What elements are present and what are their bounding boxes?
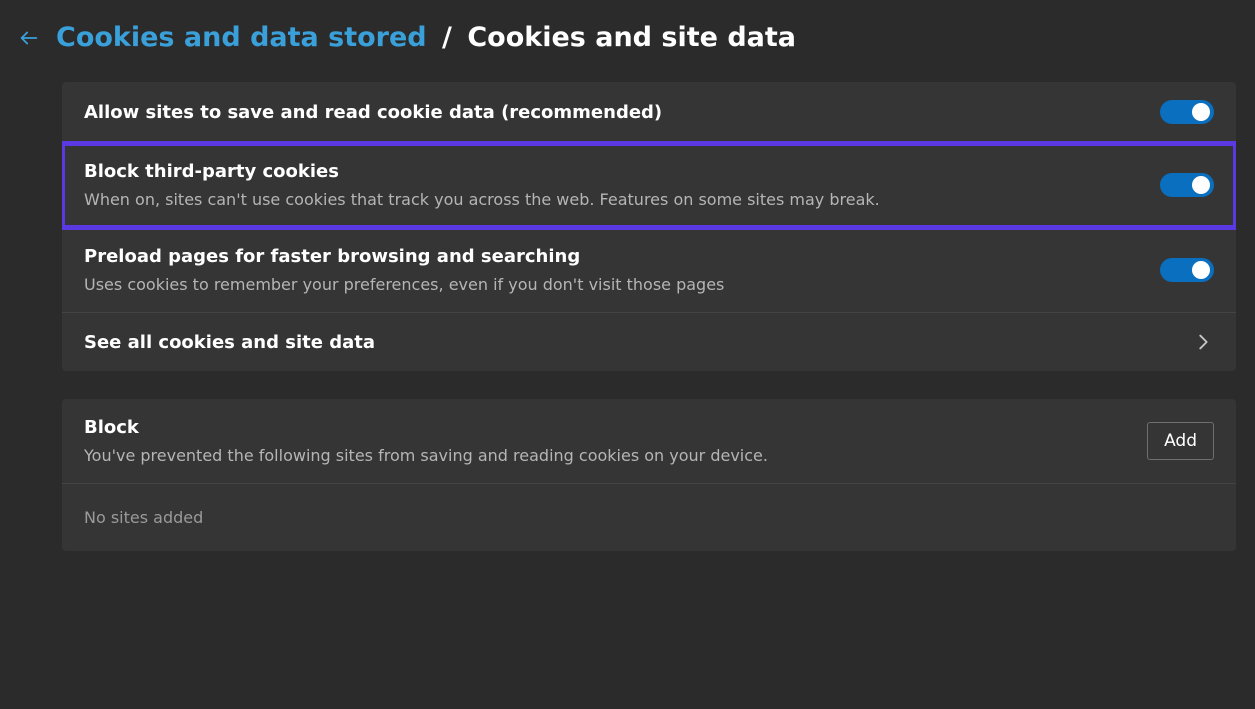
row-allow-cookies: Allow sites to save and read cookie data… [62, 82, 1236, 143]
breadcrumb: Cookies and data stored / Cookies and si… [56, 22, 796, 54]
toggle-preload[interactable] [1160, 258, 1214, 282]
breadcrumb-separator: / [442, 22, 452, 53]
back-arrow-icon[interactable] [18, 27, 40, 49]
row-block-third-party-desc: When on, sites can't use cookies that tr… [84, 190, 1160, 209]
row-preload-title: Preload pages for faster browsing and se… [84, 246, 1160, 267]
row-preload: Preload pages for faster browsing and se… [62, 228, 1236, 313]
block-desc: You've prevented the following sites fro… [84, 446, 1147, 465]
row-block-header: Block You've prevented the following sit… [62, 399, 1236, 484]
settings-panel: Allow sites to save and read cookie data… [62, 82, 1236, 371]
breadcrumb-parent[interactable]: Cookies and data stored [56, 22, 427, 53]
chevron-right-icon [1192, 331, 1214, 353]
row-block-third-party: Block third-party cookies When on, sites… [62, 143, 1236, 228]
row-block-third-party-title: Block third-party cookies [84, 161, 1160, 182]
breadcrumb-row: Cookies and data stored / Cookies and si… [18, 22, 1237, 54]
add-button[interactable]: Add [1147, 422, 1214, 460]
block-title: Block [84, 417, 1147, 438]
breadcrumb-current: Cookies and site data [467, 22, 796, 53]
row-allow-cookies-title: Allow sites to save and read cookie data… [84, 102, 1160, 123]
row-block-empty: No sites added [62, 484, 1236, 551]
toggle-block-third-party[interactable] [1160, 173, 1214, 197]
block-panel: Block You've prevented the following sit… [62, 399, 1236, 551]
toggle-allow-cookies[interactable] [1160, 100, 1214, 124]
row-see-all-cookies[interactable]: See all cookies and site data [62, 313, 1236, 371]
block-empty-text: No sites added [84, 508, 203, 527]
row-see-all-cookies-title: See all cookies and site data [84, 332, 1192, 353]
row-preload-desc: Uses cookies to remember your preference… [84, 275, 1160, 294]
